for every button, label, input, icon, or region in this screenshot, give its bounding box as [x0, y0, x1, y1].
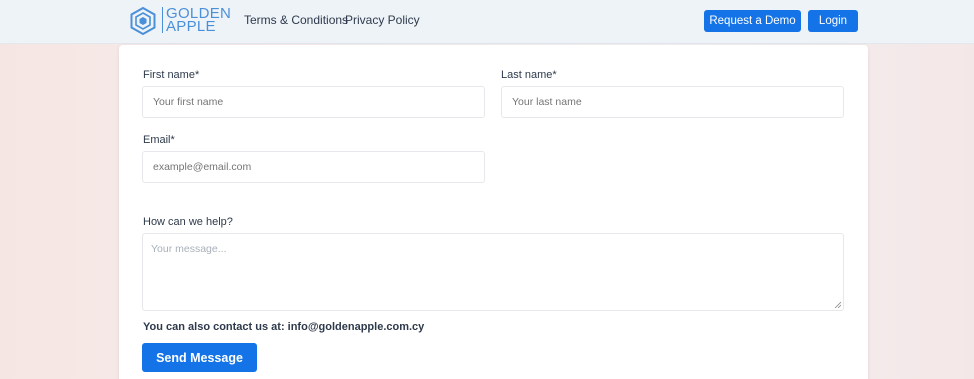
send-message-button[interactable]: Send Message	[142, 343, 257, 372]
nav-link-terms[interactable]: Terms & Conditions	[244, 13, 348, 27]
logo-text-line2: APPLE	[166, 18, 216, 35]
top-navbar: GOLDEN APPLE Terms & Conditions Privacy …	[0, 0, 974, 44]
message-label: How can we help?	[143, 216, 233, 228]
login-button[interactable]: Login	[808, 10, 858, 32]
email-input[interactable]	[142, 151, 485, 183]
message-textarea[interactable]: Your message...	[142, 233, 844, 311]
golden-apple-logo[interactable]: GOLDEN APPLE	[129, 6, 231, 36]
contact-form-card: First name* Last name* Email* How can we…	[119, 45, 868, 379]
nav-link-privacy[interactable]: Privacy Policy	[345, 13, 420, 27]
last-name-label: Last name*	[501, 69, 557, 81]
first-name-input[interactable]	[142, 86, 485, 118]
email-label: Email*	[143, 134, 175, 146]
message-placeholder: Your message...	[151, 243, 227, 255]
first-name-label: First name*	[143, 69, 200, 81]
request-demo-button[interactable]: Request a Demo	[704, 10, 801, 32]
hexagon-logo-icon	[130, 7, 156, 35]
resize-handle-icon[interactable]	[834, 301, 841, 308]
logo-wordmark: GOLDEN APPLE	[162, 6, 231, 35]
last-name-input[interactable]	[501, 86, 844, 118]
contact-email-note: You can also contact us at: info@goldena…	[143, 321, 425, 333]
